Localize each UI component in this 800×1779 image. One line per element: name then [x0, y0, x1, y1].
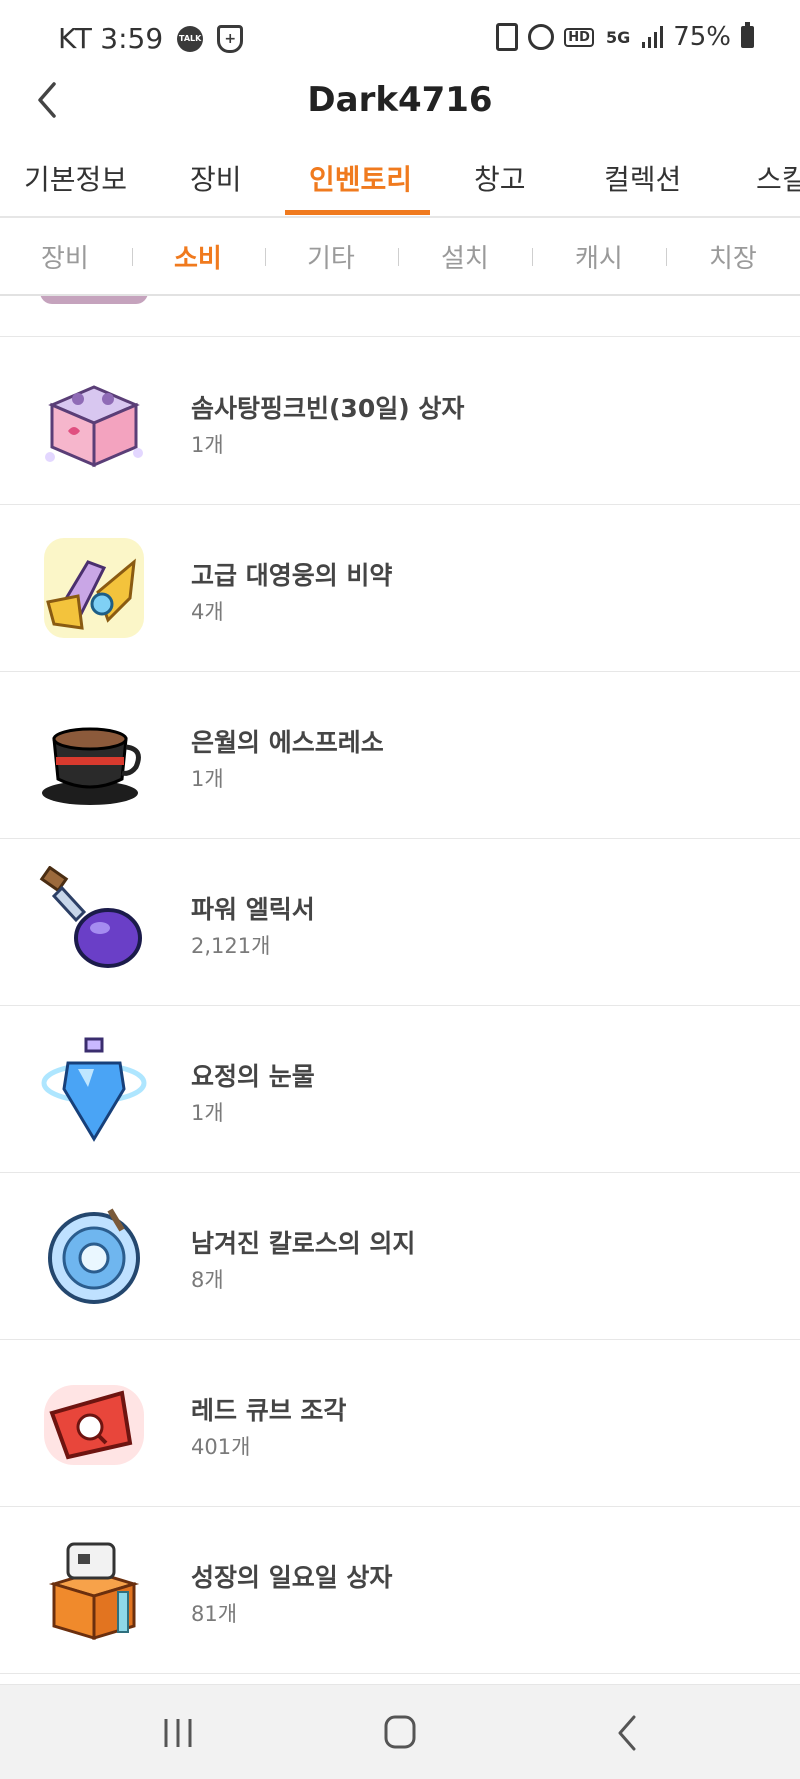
partial-item-icon [40, 296, 148, 304]
tab-basic-info[interactable]: 기본정보 [24, 158, 127, 198]
item-name: 요정의 눈물 [191, 1062, 315, 1091]
item-count: 1개 [191, 1101, 224, 1125]
sunday-growth-box-icon [48, 1542, 140, 1641]
inventory-subtabs: 장비 소비 기타 설치 캐시 치장 [0, 218, 800, 296]
hero-elixir-icon [44, 538, 144, 638]
item-count: 2,121개 [191, 934, 271, 958]
item-count: 1개 [191, 433, 224, 457]
item-count: 81개 [191, 1602, 238, 1626]
item-name: 고급 대영웅의 비약 [191, 561, 393, 590]
list-item-partial [0, 296, 800, 337]
battery-icon [741, 22, 754, 48]
item-count: 8개 [191, 1268, 224, 1292]
subtab-equip[interactable]: 장비 [41, 238, 89, 275]
subtab-decor[interactable]: 치장 [709, 238, 757, 275]
list-item[interactable]: 레드 큐브 조각 401개 [0, 1339, 800, 1507]
tab-equipment[interactable]: 장비 [190, 158, 242, 198]
red-cube-fragment-icon [44, 1385, 144, 1465]
tab-storage[interactable]: 창고 [474, 158, 526, 198]
item-count: 1개 [191, 767, 224, 791]
list-item[interactable]: 성장의 일요일 상자 81개 [0, 1506, 800, 1674]
list-item[interactable]: 솜사탕핑크빈(30일) 상자 1개 [0, 337, 800, 505]
item-name: 남겨진 칼로스의 의지 [191, 1229, 416, 1258]
item-list[interactable]: 솜사탕핑크빈(30일) 상자 1개 고급 대영웅의 비약 4개 은월의 에스프레… [0, 296, 800, 1684]
item-count: 401개 [191, 1435, 251, 1459]
hd-icon: HD [564, 27, 594, 47]
kalos-will-orb-icon [48, 1208, 140, 1304]
item-name: 솜사탕핑크빈(30일) 상자 [191, 394, 465, 423]
home-button[interactable] [370, 1709, 430, 1757]
power-elixir-bottle-icon [39, 866, 142, 968]
list-item[interactable]: 은월의 에스프레소 1개 [0, 671, 800, 839]
item-name: 레드 큐브 조각 [191, 1396, 347, 1425]
fairy-tear-potion-icon [41, 1037, 147, 1142]
battery-percent: 75% [673, 22, 731, 52]
item-count: 4개 [191, 600, 224, 624]
active-tab-indicator [285, 210, 430, 215]
subtab-etc[interactable]: 기타 [307, 238, 355, 275]
back-arrow-icon [618, 1715, 636, 1751]
carrier-label: KT [58, 22, 93, 55]
subtab-install[interactable]: 설치 [441, 238, 489, 275]
main-tabs: 기본정보 장비 인벤토리 창고 컬렉션 스킬 [0, 148, 800, 218]
espresso-cup-icon [42, 727, 141, 805]
recent-apps-icon [164, 1719, 192, 1747]
list-item[interactable]: 남겨진 칼로스의 의지 8개 [0, 1172, 800, 1340]
signal-icon [642, 26, 664, 48]
subtab-divider [132, 248, 133, 266]
item-name: 파워 엘릭서 [191, 895, 315, 924]
status-left: KT 3:59 TALK + [58, 22, 244, 55]
recent-apps-button[interactable] [148, 1709, 208, 1757]
status-right: HD 5G 75% [496, 22, 754, 52]
shield-icon: + [217, 24, 244, 53]
subtab-divider [265, 248, 266, 266]
system-nav-bar [0, 1684, 800, 1779]
page-title: Dark4716 [307, 80, 493, 120]
subtab-divider [666, 248, 667, 266]
item-name: 은월의 에스프레소 [191, 728, 384, 757]
status-bar: KT 3:59 TALK + HD 5G 75% [0, 0, 800, 80]
nav-back-button[interactable] [596, 1709, 656, 1757]
subtab-divider [532, 248, 533, 266]
list-item[interactable]: 요정의 눈물 1개 [0, 1005, 800, 1173]
list-item[interactable]: 파워 엘릭서 2,121개 [0, 838, 800, 1006]
subtab-cash[interactable]: 캐시 [575, 238, 623, 275]
tab-skill[interactable]: 스킬 [756, 158, 800, 198]
alarm-icon [528, 24, 555, 50]
item-name: 성장의 일요일 상자 [191, 1563, 393, 1592]
tab-inventory[interactable]: 인벤토리 [309, 158, 412, 198]
list-item[interactable]: 고급 대영웅의 비약 4개 [0, 504, 800, 672]
network-5g-icon: 5G [605, 27, 631, 47]
home-icon [384, 1715, 416, 1749]
tab-collection[interactable]: 컬렉션 [604, 158, 681, 198]
battery-saver-icon [496, 23, 519, 51]
subtab-divider [398, 248, 399, 266]
header: Dark4716 [0, 72, 800, 136]
pink-gift-box-icon [45, 385, 143, 468]
talk-icon: TALK [177, 25, 204, 52]
subtab-consume[interactable]: 소비 [174, 238, 222, 275]
clock: 3:59 [100, 22, 164, 55]
